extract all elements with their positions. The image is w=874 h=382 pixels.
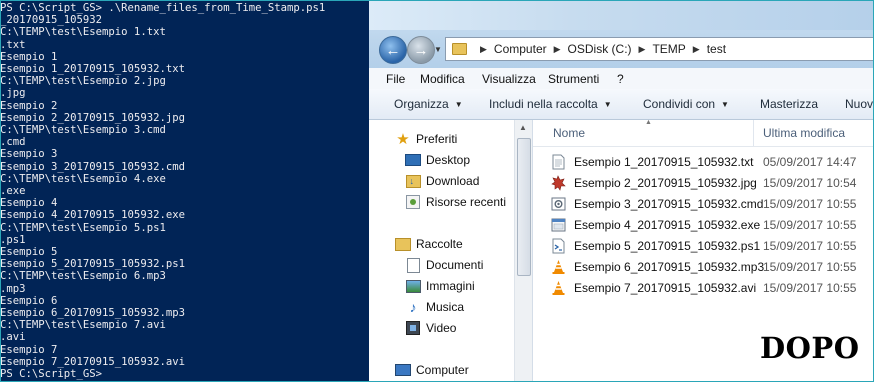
image-border — [0, 0, 874, 382]
